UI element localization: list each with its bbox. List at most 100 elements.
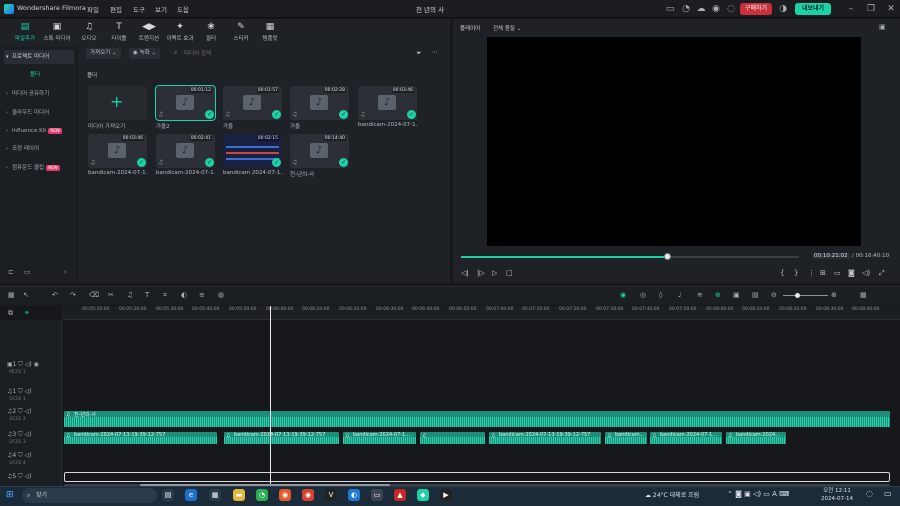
- zoom-in-icon[interactable]: ⊕: [831, 291, 837, 299]
- media-item[interactable]: 00:03:46 ♪ ♫ ✓: [358, 86, 417, 120]
- app-blue-icon[interactable]: ◐: [348, 489, 360, 501]
- export-button[interactable]: 내보내기: [795, 3, 831, 15]
- empty-track-slot[interactable]: [64, 472, 890, 482]
- audio-clip[interactable]: ♫ bandicam-2024-07-13-19-39-12-757: [224, 432, 339, 444]
- folder-outline-icon[interactable]: ▭: [24, 268, 31, 276]
- app-red-icon[interactable]: ▲: [394, 489, 406, 501]
- collapse-icon[interactable]: ‹: [64, 268, 67, 276]
- mark-in-icon[interactable]: {: [780, 269, 784, 277]
- layout-icon[interactable]: ▦: [8, 291, 15, 299]
- notification-icon[interactable]: ◌: [726, 4, 736, 14]
- media-item[interactable]: 00:03:46 ♪ ♫ ✓: [88, 134, 147, 168]
- text-icon[interactable]: T: [145, 291, 149, 299]
- play-back-icon[interactable]: |▷: [477, 269, 485, 277]
- import-media-tile[interactable]: +: [88, 86, 147, 120]
- playhead[interactable]: [270, 306, 271, 486]
- render-icon[interactable]: ◎: [640, 291, 646, 299]
- audio-clip[interactable]: ♫ bandicam...: [605, 432, 647, 444]
- prev-frame-icon[interactable]: ◁|: [461, 269, 469, 277]
- tool-stock-media[interactable]: ▣ 스톡 미디어: [42, 22, 72, 42]
- sidebar-item-adjustment-layer[interactable]: › 조정 레이어: [4, 142, 74, 156]
- sidebar-item-influence-kit[interactable]: › Influence Kit NEW: [4, 124, 74, 138]
- sidebar-item-shared-media[interactable]: › 미디어 공유하기: [4, 87, 74, 101]
- more-options-icon[interactable]: ⋯: [431, 48, 438, 56]
- ai-icon[interactable]: ◉: [620, 291, 626, 299]
- shield-icon[interactable]: ◊: [659, 291, 662, 299]
- taskbar-search[interactable]: ⌕ 찾기: [22, 488, 157, 503]
- audio-clip[interactable]: ♫ bandicam-2024-07-1...: [343, 432, 416, 444]
- zoom-out-icon[interactable]: ⊖: [771, 291, 777, 299]
- fullscreen-icon[interactable]: ⤢: [879, 269, 885, 278]
- sidebar-item-project-media[interactable]: ▾ 프로젝트 미디어: [4, 50, 74, 64]
- tool-transitions[interactable]: ◀▶ 트랜지션: [134, 22, 164, 42]
- speed-icon[interactable]: ◍: [218, 291, 224, 299]
- link-icon[interactable]: ⚭: [24, 309, 30, 317]
- buy-button[interactable]: 구매하기: [740, 3, 772, 15]
- support-icon[interactable]: ◉: [711, 4, 721, 14]
- audio-clip[interactable]: ♫ 천-년의-사: [64, 411, 890, 427]
- notifications-icon[interactable]: ◌: [866, 489, 873, 498]
- mic-icon[interactable]: ♩: [678, 291, 681, 299]
- undo-icon[interactable]: ↶: [52, 291, 58, 299]
- audio-clip[interactable]: ♫ bandicam-2024...: [726, 432, 786, 444]
- sidebar-item-compound-clip[interactable]: › 컴퓨운드 클립 NEW: [4, 161, 74, 175]
- filmora-task-icon[interactable]: ◆: [417, 489, 429, 501]
- media-item[interactable]: 00:02:41 ♪ ♫ ✓: [156, 134, 215, 168]
- render-preview-icon[interactable]: ⊞: [820, 269, 826, 277]
- media-item[interactable]: 00:01:12 ♪ ♫ ✓: [155, 85, 216, 121]
- media-item[interactable]: 00:02:28 ♪ ♫ ✓: [290, 86, 349, 120]
- snap-icon[interactable]: ⊕: [715, 291, 721, 299]
- store-icon[interactable]: ▦: [209, 489, 221, 501]
- tool-effects[interactable]: ✦ 이펙트 효과: [165, 22, 195, 42]
- grid-icon[interactable]: ▦: [860, 291, 867, 299]
- cloud-icon[interactable]: ☁: [696, 4, 706, 14]
- search-input[interactable]: [184, 48, 334, 59]
- video-preview[interactable]: [487, 37, 861, 246]
- filter-icon[interactable]: ⏷: [416, 49, 422, 58]
- file-explorer-icon[interactable]: ▬: [233, 489, 245, 501]
- zoom-slider[interactable]: [783, 295, 828, 296]
- crop-icon[interactable]: ⌗: [163, 291, 167, 300]
- edge-icon[interactable]: e: [185, 489, 197, 501]
- display-icon[interactable]: ▭: [834, 269, 841, 277]
- audio-edit-icon[interactable]: ♫: [127, 291, 133, 299]
- minimize-icon[interactable]: –: [846, 4, 856, 14]
- select-tool-icon[interactable]: ↖: [23, 291, 29, 299]
- redo-icon[interactable]: ↷: [70, 291, 76, 299]
- split-icon[interactable]: ✂: [108, 291, 114, 299]
- sidebar-item-folder[interactable]: 폴더: [4, 68, 74, 82]
- audio-clip[interactable]: ♫ bandicam-2024-07-1...: [650, 432, 722, 444]
- menu-view[interactable]: 보기: [155, 4, 167, 14]
- tool-filters[interactable]: ❀ 필터: [196, 22, 226, 42]
- pip-icon[interactable]: ▣: [733, 291, 740, 299]
- audio-clip[interactable]: ♫ bandicam-2024-07-13-19-39-12-757: [64, 432, 217, 444]
- new-folder-icon[interactable]: ⊏: [8, 268, 14, 276]
- media-item[interactable]: 00:14:40 ♪ ♫ ✓: [290, 134, 349, 168]
- play-icon[interactable]: ▷: [492, 269, 497, 277]
- tool-audio[interactable]: ♫ 오디오: [74, 22, 104, 42]
- task-view-icon[interactable]: ▤: [162, 489, 174, 501]
- menu-file[interactable]: 파일: [87, 4, 99, 14]
- mark-out-icon[interactable]: }: [794, 269, 798, 277]
- delete-icon[interactable]: ⌫: [89, 291, 99, 299]
- snapshot-icon[interactable]: ▣: [879, 23, 886, 31]
- volume-icon[interactable]: ◁): [862, 269, 870, 277]
- maximize-icon[interactable]: ❐: [866, 4, 876, 14]
- tool-titles[interactable]: T 타이틀: [104, 22, 134, 42]
- color-icon[interactable]: ◐: [181, 291, 187, 299]
- record-dropdown[interactable]: ◉ 녹화 ⌄: [129, 48, 161, 59]
- account-icon[interactable]: ◑: [778, 4, 788, 14]
- adjust-icon[interactable]: ≡: [199, 291, 205, 299]
- system-tray-icons[interactable]: ⌃ ◙ ▣ ◁) ▭ A ⌨: [727, 490, 789, 498]
- chrome-alt-icon[interactable]: ◉: [279, 489, 291, 501]
- monitor-icon[interactable]: ▭: [665, 4, 675, 14]
- quality-dropdown[interactable]: 전체 품질 ⌄: [493, 24, 521, 32]
- windows-start-icon[interactable]: ⊞: [6, 490, 14, 500]
- chrome-icon[interactable]: ◉: [302, 489, 314, 501]
- sidebar-item-cloud-media[interactable]: › 클라우드 미디어: [4, 106, 74, 120]
- split-view-icon[interactable]: ⋮: [808, 269, 815, 277]
- camera-icon[interactable]: ◙: [848, 269, 855, 277]
- add-track-icon[interactable]: ⧉: [8, 309, 13, 318]
- weather-widget[interactable]: ☁ 24°C 대체로 흐림: [645, 490, 699, 499]
- vegas-icon[interactable]: V: [325, 489, 337, 501]
